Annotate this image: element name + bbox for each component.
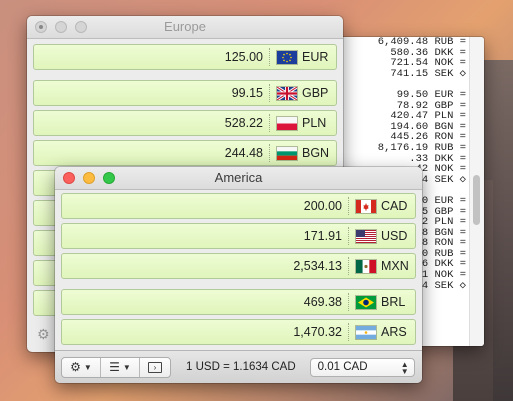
log-scrollbar[interactable] — [469, 37, 484, 346]
close-button[interactable] — [63, 172, 75, 184]
america-titlebar[interactable]: America — [55, 167, 422, 190]
log-line: 6,409.48 RUB = — [377, 37, 466, 48]
currency-code: BRL — [381, 295, 406, 309]
currency-code: ARS — [381, 325, 407, 339]
chevron-down-icon: ▼ — [83, 362, 92, 372]
currency-row-usd[interactable]: 171.91 USD — [61, 223, 416, 249]
currency-code: MXN — [381, 259, 409, 273]
toolbar-segmented-control: ⚙ ▼ ☰ ▼ › — [61, 356, 171, 378]
list-icon: ☰ — [109, 360, 120, 374]
log-scroll-thumb[interactable] — [473, 175, 480, 225]
amount-field[interactable]: 171.91 — [304, 229, 348, 243]
currency-code: BGN — [302, 146, 330, 160]
currency-row-cad[interactable]: 200.00 CAD — [61, 193, 416, 219]
currency-code: GBP — [302, 86, 329, 100]
bulgaria-flag-icon — [277, 146, 297, 160]
amount-field[interactable]: 125.00 — [225, 50, 269, 64]
log-line: 99.50 EUR = — [396, 88, 466, 101]
amount-field[interactable]: 1,470.32 — [293, 325, 348, 339]
minimize-button[interactable] — [83, 172, 95, 184]
amount-field[interactable]: 469.38 — [304, 295, 348, 309]
list-menu-button[interactable]: ☰ ▼ — [101, 357, 140, 377]
currency-row-gbp[interactable]: 99.15 GBP — [33, 80, 337, 106]
mexico-flag-icon — [356, 259, 376, 273]
precision-value: 0.01 CAD — [317, 361, 368, 373]
log-line: 8,176.19 RUB = — [377, 141, 466, 154]
europe-titlebar[interactable]: Europe — [27, 16, 343, 39]
log-line: 741.15 SEK ◇ — [390, 67, 466, 80]
chevron-down-icon: ▼ — [122, 362, 131, 372]
amount-field[interactable]: 99.15 — [232, 86, 269, 100]
minimize-button[interactable] — [55, 21, 67, 33]
zoom-button[interactable] — [103, 172, 115, 184]
currency-row-ars[interactable]: 1,470.32 ARS — [61, 319, 416, 345]
currency-code: PLN — [302, 116, 327, 130]
zoom-button[interactable] — [75, 21, 87, 33]
argentina-flag-icon — [356, 325, 376, 339]
brazil-flag-icon — [356, 295, 376, 309]
gear-icon[interactable]: ⚙ — [37, 326, 55, 344]
usa-flag-icon — [356, 229, 376, 243]
gear-icon: ⚙ — [70, 360, 81, 374]
currency-code: USD — [381, 229, 408, 243]
amount-field[interactable]: 244.48 — [225, 146, 269, 160]
window-title: America — [214, 170, 263, 185]
poland-flag-icon — [277, 116, 297, 130]
updown-chevron-icon: ▲ ▼ — [400, 359, 409, 376]
currency-row-pln[interactable]: 528.22 PLN — [33, 110, 337, 136]
console-icon: › — [148, 361, 162, 373]
uk-flag-icon — [277, 86, 297, 100]
currency-row-bgn[interactable]: 244.48 BGN — [33, 140, 337, 166]
america-window: America 200.00 CAD 171.91 USD 2,534.13 M… — [55, 167, 422, 383]
currency-row-mxn[interactable]: 2,534.13 MXN — [61, 253, 416, 279]
exchange-rate-label: 1 USD = 1.1634 CAD — [186, 361, 296, 373]
eu-flag-icon — [277, 50, 297, 64]
window-title: Europe — [164, 19, 206, 34]
settings-menu-button[interactable]: ⚙ ▼ — [62, 357, 101, 377]
precision-popup[interactable]: 0.01 CAD ▲ ▼ — [309, 357, 415, 377]
currency-code: EUR — [302, 50, 329, 64]
currency-row-eur[interactable]: 125.00 EUR — [33, 44, 337, 70]
amount-field[interactable]: 2,534.13 — [293, 259, 348, 273]
amount-field[interactable]: 200.00 — [304, 199, 348, 213]
console-button[interactable]: › — [140, 358, 170, 377]
currency-row-brl[interactable]: 469.38 BRL — [61, 289, 416, 315]
currency-code: CAD — [381, 199, 408, 213]
close-button[interactable] — [35, 21, 47, 33]
amount-field[interactable]: 528.22 — [225, 116, 269, 130]
canada-flag-icon — [356, 199, 376, 213]
bottom-toolbar: ⚙ ▼ ☰ ▼ › 1 USD = 1.1634 CAD 0.01 CAD ▲ ▼ — [55, 350, 422, 383]
